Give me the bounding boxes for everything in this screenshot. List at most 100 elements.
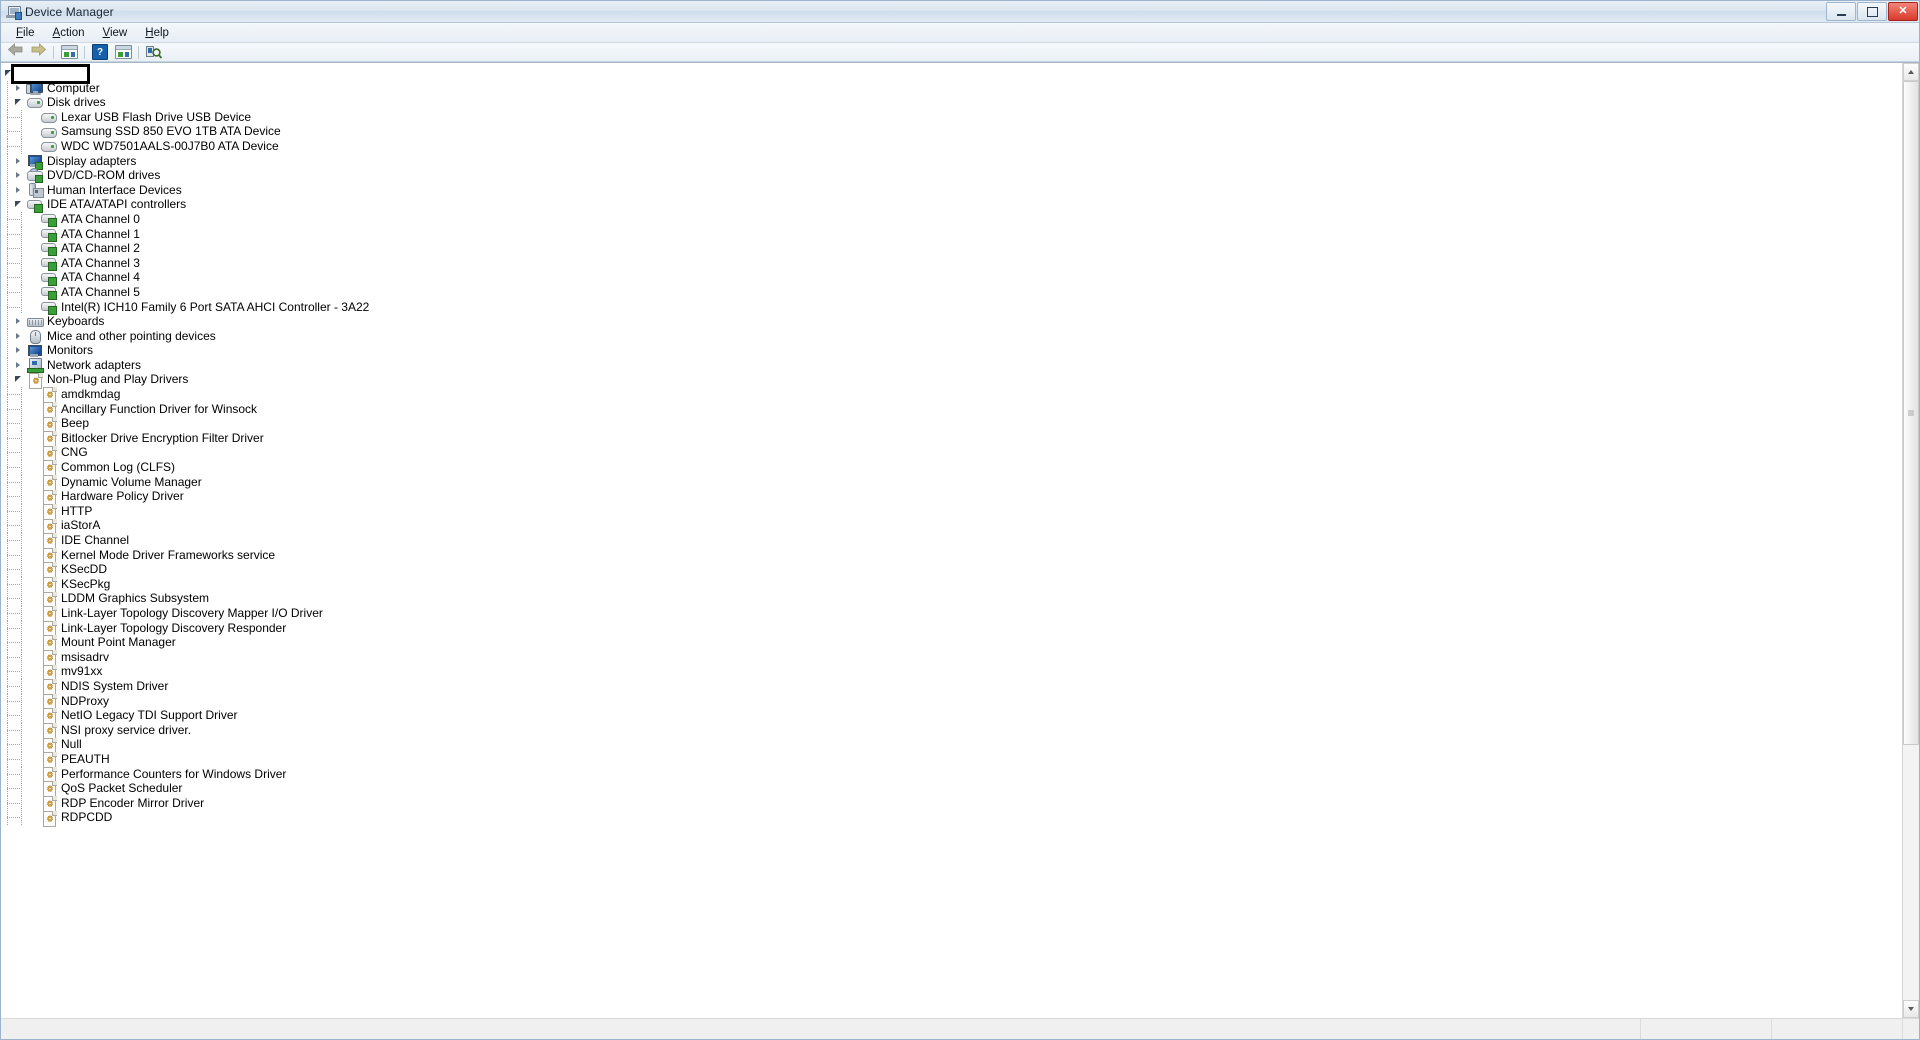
tree-item-label: Performance Counters for Windows Driver xyxy=(61,766,287,781)
tree-item[interactable]: Network adapters xyxy=(1,357,1902,374)
tree-item[interactable]: Non-Plug and Play Drivers xyxy=(1,372,1902,389)
tree-item[interactable]: RDP Encoder Mirror Driver xyxy=(1,795,1902,812)
tree-root-node[interactable] xyxy=(1,66,1902,81)
tree-guide-tick xyxy=(7,394,21,396)
tree-item[interactable]: Dynamic Volume Manager xyxy=(1,474,1902,491)
mouse-icon xyxy=(26,329,43,344)
tree-item[interactable]: QoS Packet Scheduler xyxy=(1,781,1902,798)
tree-guide-tick xyxy=(7,612,21,614)
tree-item[interactable]: Null xyxy=(1,737,1902,754)
tree-expander[interactable] xyxy=(13,343,26,358)
tree-item[interactable]: mv91xx xyxy=(1,664,1902,681)
tree-item[interactable]: KSecPkg xyxy=(1,576,1902,594)
tree-item[interactable]: ATA Channel 4 xyxy=(1,270,1902,286)
tree-item-label: Dynamic Volume Manager xyxy=(61,474,202,489)
tree-item[interactable]: Mice and other pointing devices xyxy=(1,328,1902,344)
properties-button[interactable] xyxy=(58,44,80,61)
tree-item[interactable]: WDC WD7501AALS-00J7B0 ATA Device xyxy=(1,138,1902,154)
minimize-button[interactable] xyxy=(1826,2,1856,21)
tree-item[interactable]: amdkmdag xyxy=(1,387,1902,404)
tree-item[interactable]: Samsung SSD 850 EVO 1TB ATA Device xyxy=(1,124,1902,139)
tree-expander[interactable] xyxy=(13,154,26,169)
tree-expander[interactable] xyxy=(13,183,26,198)
scan-hardware-button[interactable] xyxy=(143,44,165,61)
scroll-up-button[interactable] xyxy=(1903,63,1919,81)
tree-item[interactable]: ATA Channel 5 xyxy=(1,284,1902,301)
tree-item-label: ATA Channel 2 xyxy=(61,241,140,256)
tree-item[interactable]: Mount Point Manager xyxy=(1,635,1902,652)
tree-item-label: Display adapters xyxy=(47,153,137,168)
tree-expander[interactable] xyxy=(13,314,26,329)
tree-item[interactable]: Link-Layer Topology Discovery Mapper I/O… xyxy=(1,605,1902,623)
tree-item[interactable]: HTTP xyxy=(1,503,1902,521)
tree-item[interactable]: RDPCDD xyxy=(1,810,1902,827)
tree-item[interactable]: Hardware Policy Driver xyxy=(1,489,1902,506)
tree-item[interactable]: IDE ATA/ATAPI controllers xyxy=(1,197,1902,213)
menu-view[interactable]: View xyxy=(94,25,137,41)
tree-item[interactable]: Keyboards xyxy=(1,314,1902,329)
tree-item[interactable]: Kernel Mode Driver Frameworks service xyxy=(1,547,1902,564)
tree-expander-placeholder xyxy=(27,694,40,709)
tree-item[interactable]: Display adapters xyxy=(1,153,1902,170)
tree-indent xyxy=(1,489,27,504)
tree-item[interactable]: ATA Channel 2 xyxy=(1,241,1902,257)
tree-item[interactable]: Ancillary Function Driver for Winsock xyxy=(1,401,1902,418)
menu-file[interactable]: File xyxy=(7,25,44,41)
resize-grip[interactable] xyxy=(1903,1019,1919,1039)
help-button[interactable]: ? xyxy=(89,44,111,61)
tree-indent xyxy=(1,241,27,256)
forward-button[interactable] xyxy=(27,43,49,61)
tree-expander[interactable] xyxy=(13,95,26,110)
driver-icon xyxy=(40,708,57,725)
tree-item-label: NDProxy xyxy=(61,693,110,708)
tree-item[interactable]: Disk drives xyxy=(1,95,1902,110)
tree-expander[interactable] xyxy=(13,197,26,212)
tree-guide-line xyxy=(21,430,22,446)
menu-help[interactable]: Help xyxy=(136,25,178,41)
scroll-track[interactable] xyxy=(1903,81,1919,1000)
tree-item[interactable]: msisadrv xyxy=(1,649,1902,667)
tree-item[interactable]: DVD/CD-ROM drives xyxy=(1,168,1902,184)
tree-item[interactable]: NSI proxy service driver. xyxy=(1,722,1902,740)
title-bar[interactable]: Device Manager ✕ xyxy=(1,1,1919,23)
tree-item[interactable]: ATA Channel 0 xyxy=(1,211,1902,228)
tree-item[interactable]: iaStorA xyxy=(1,518,1902,535)
tree-item[interactable]: Beep xyxy=(1,416,1902,433)
tree-item[interactable]: LDDM Graphics Subsystem xyxy=(1,591,1902,608)
back-button[interactable] xyxy=(4,43,26,61)
tree-item[interactable]: Monitors xyxy=(1,343,1902,358)
tree-item[interactable]: NetIO Legacy TDI Support Driver xyxy=(1,708,1902,725)
tree-guide-tick xyxy=(7,525,21,527)
maximize-button[interactable] xyxy=(1857,2,1887,21)
redaction-box xyxy=(11,64,90,84)
tree-item[interactable]: ATA Channel 1 xyxy=(1,226,1902,242)
scroll-down-button[interactable] xyxy=(1903,1000,1919,1018)
tree-item[interactable]: Lexar USB Flash Drive USB Device xyxy=(1,109,1902,125)
tree-expander[interactable] xyxy=(13,358,26,373)
tree-expander[interactable] xyxy=(13,372,26,387)
tree-item[interactable]: CNG xyxy=(1,445,1902,462)
tree-expander[interactable] xyxy=(13,168,26,183)
tree-item[interactable]: IDE Channel xyxy=(1,533,1902,550)
tree-guide-line xyxy=(21,503,22,519)
tree-item[interactable]: Human Interface Devices xyxy=(1,182,1902,199)
tree-item[interactable]: Performance Counters for Windows Driver xyxy=(1,766,1902,783)
tree-expander[interactable] xyxy=(13,329,26,344)
tree-item[interactable]: Common Log (CLFS) xyxy=(1,460,1902,477)
device-tree-panel[interactable]: Computer Disk drives Lexar USB Flash Drive… xyxy=(1,63,1902,1018)
vertical-scrollbar[interactable] xyxy=(1902,63,1919,1018)
scroll-thumb[interactable] xyxy=(1903,81,1919,745)
tree-item[interactable]: NDProxy xyxy=(1,693,1902,710)
tree-indent xyxy=(1,781,27,796)
close-button[interactable]: ✕ xyxy=(1888,2,1918,21)
update-driver-button[interactable] xyxy=(112,44,134,61)
tree-item[interactable]: PEAUTH xyxy=(1,751,1902,769)
tree-item[interactable]: Intel(R) ICH10 Family 6 Port SATA AHCI C… xyxy=(1,299,1902,315)
menu-action[interactable]: Action xyxy=(44,25,94,41)
tree-item[interactable]: ATA Channel 3 xyxy=(1,255,1902,272)
tree-item[interactable]: NDIS System Driver xyxy=(1,678,1902,696)
tree-item[interactable]: Bitlocker Drive Encryption Filter Driver xyxy=(1,430,1902,448)
tree-item[interactable]: Link-Layer Topology Discovery Responder xyxy=(1,620,1902,637)
tree-item[interactable]: Computer xyxy=(1,80,1902,96)
tree-item[interactable]: KSecDD xyxy=(1,562,1902,579)
